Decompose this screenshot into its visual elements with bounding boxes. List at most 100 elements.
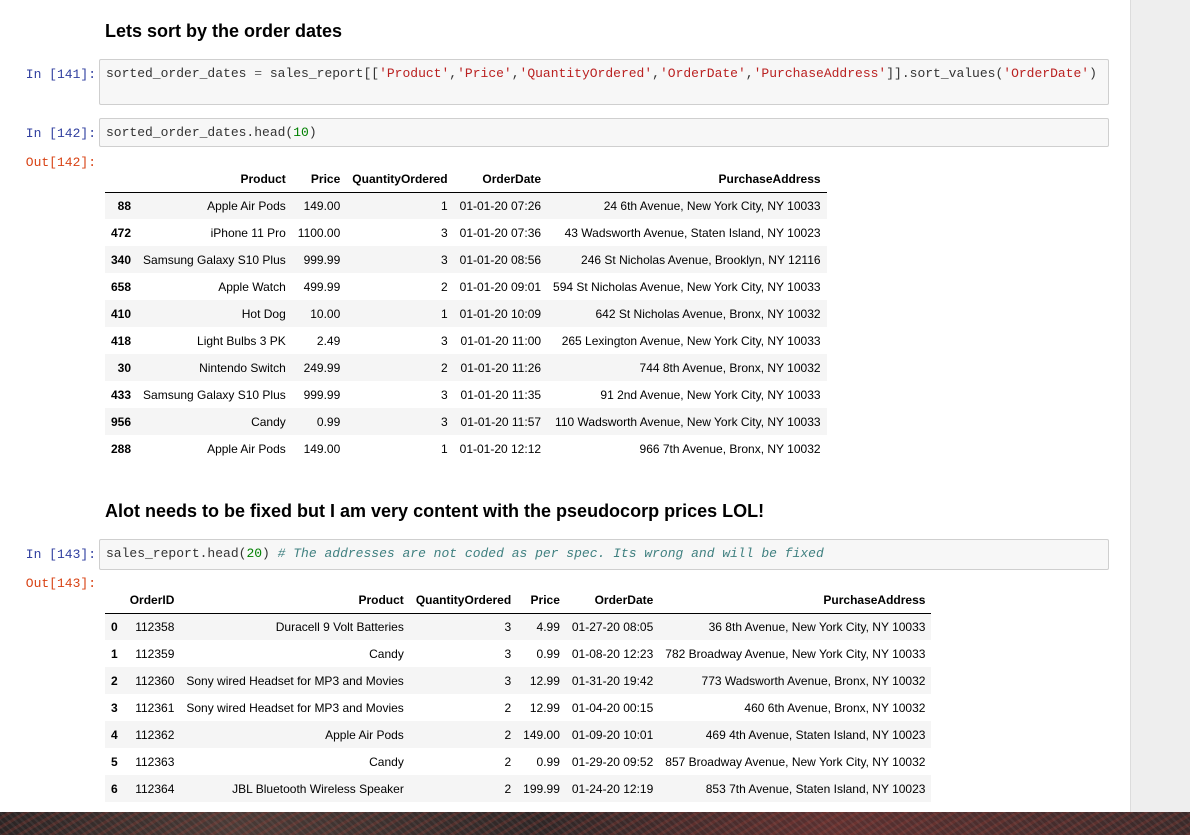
code-token: 'PurchaseAddress' — [753, 66, 887, 81]
table-cell: Nintendo Switch — [199, 360, 286, 375]
table-cell: 2 — [504, 700, 512, 715]
table-cell: 91 2nd Avenue, New York City, NY 10033 — [600, 387, 821, 402]
table-cell: 3 — [504, 673, 512, 688]
table-row: 0 112358 Duracell 9 Volt Batteries 3 4.99 01-… — [105, 613, 932, 640]
table-cell: 3 — [504, 619, 512, 634]
row-index: 88 — [117, 198, 132, 213]
table-cell: 999.99 — [303, 387, 341, 402]
table-cell: Samsung Galaxy S10 Plus — [143, 387, 286, 402]
table-cell: 01-04-20 00:15 — [571, 700, 654, 715]
table-cell: 149.00 — [303, 198, 341, 213]
row-index: 472 — [111, 225, 132, 240]
row-index: 4 — [111, 727, 118, 742]
table-cell: 966 7th Avenue, Bronx, NY 10032 — [639, 441, 821, 456]
code-token: ) — [262, 546, 278, 561]
table-cell: 10.00 — [310, 306, 341, 321]
output-prompt-142: Out[142]: — [25, 155, 96, 170]
table-cell: 149.00 — [303, 441, 341, 456]
table-cell: 773 Wadsworth Avenue, Bronx, NY 10032 — [701, 673, 926, 688]
markdown-heading-notes: Alot needs to be fixed but I am very con… — [105, 501, 765, 521]
table-cell: 01-01-20 07:36 — [459, 225, 542, 240]
table-cell: Candy — [369, 646, 404, 661]
table-cell: Duracell 9 Volt Batteries — [275, 619, 404, 634]
row-index: 3 — [111, 700, 118, 715]
code-token: 20 — [246, 546, 263, 561]
code-token: , — [745, 66, 754, 81]
table-cell: Sony wired Headset for MP3 and Movies — [186, 700, 404, 715]
column-header: Product — [137, 166, 292, 193]
desktop-background — [0, 812, 1190, 835]
column-header: Product — [180, 587, 410, 614]
code-token: = — [254, 66, 263, 81]
table-row: 6 112364 JBL Bluetooth Wireless Speaker 2 19… — [105, 775, 932, 802]
code-token: 10 — [293, 125, 309, 140]
table-cell: 01-27-20 08:05 — [571, 619, 654, 634]
code-token: ]].sort_values( — [886, 66, 1004, 81]
column-header: Price — [517, 587, 566, 614]
code-token: ) — [308, 125, 317, 140]
table-header-row: OrderID Product QuantityOrdered Price OrderD… — [105, 587, 932, 614]
table-cell: 199.99 — [523, 781, 560, 796]
table-cell: 0.99 — [536, 754, 560, 769]
code-cell-142[interactable]: sorted_order_dates.head(10) — [99, 118, 1109, 147]
code-cell-143[interactable]: sales_report.head(20) # The addresses ar… — [99, 539, 1109, 570]
markdown-heading-sort: Lets sort by the order dates — [105, 21, 343, 41]
table-cell: 112364 — [135, 781, 175, 796]
table-cell: 853 7th Avenue, Staten Island, NY 10023 — [705, 781, 926, 796]
row-index: 2 — [111, 673, 118, 688]
table-cell: Apple Air Pods — [207, 441, 286, 456]
table-row: 658 Apple Watch 499.99 2 01-01-20 09:01 594 S… — [105, 273, 827, 300]
table-cell: 2 — [504, 781, 512, 796]
table-cell: 2 — [440, 360, 448, 375]
table-cell: 1100.00 — [297, 225, 341, 240]
table-cell: Candy — [369, 754, 404, 769]
code-token: sales_report[[ — [262, 66, 380, 81]
table-cell: 2 — [504, 727, 512, 742]
row-index: 0 — [111, 619, 118, 634]
right-scroll-gutter[interactable] — [1130, 0, 1190, 812]
code-token: ) — [1089, 66, 1097, 81]
table-cell: JBL Bluetooth Wireless Speaker — [232, 781, 404, 796]
table-cell: 3 — [440, 333, 448, 348]
table-row: 288 Apple Air Pods 149.00 1 01-01-20 12:12 96… — [105, 435, 827, 462]
table-cell: 01-01-20 07:26 — [459, 198, 542, 213]
table-cell: 149.00 — [523, 727, 560, 742]
code-token: 'Price' — [457, 66, 512, 81]
table-cell: 2.49 — [316, 333, 341, 348]
code-token: sorted_order_dates.head( — [106, 125, 294, 140]
row-index: 5 — [111, 754, 118, 769]
code-token: 'QuantityOrdered' — [519, 66, 653, 81]
row-index: 418 — [111, 333, 132, 348]
table-row: 30 Nintendo Switch 249.99 2 01-01-20 11:26 74… — [105, 354, 827, 381]
table-row: 418 Light Bulbs 3 PK 2.49 3 01-01-20 11:00 26… — [105, 327, 827, 354]
table-cell: 112360 — [135, 673, 175, 688]
table-cell: 01-01-20 11:00 — [460, 333, 542, 348]
code-cell-141[interactable]: sorted_order_dates = sales_report[['Prod… — [99, 59, 1109, 105]
row-index: 30 — [117, 360, 132, 375]
table-cell: 249.99 — [303, 360, 341, 375]
table-cell: 2 — [440, 279, 448, 294]
row-index: 6 — [111, 781, 118, 796]
table-row: 956 Candy 0.99 3 01-01-20 11:57 110 Wadsworth… — [105, 408, 827, 435]
table-cell: 01-09-20 10:01 — [571, 727, 654, 742]
code-token: , — [449, 66, 458, 81]
dataframe-sales-report: OrderID Product QuantityOrdered Price OrderD… — [105, 587, 932, 802]
table-row: 1 112359 Candy 3 0.99 01-08-20 12:23 782 Broad… — [105, 640, 932, 667]
table-cell: Apple Air Pods — [207, 198, 286, 213]
table-row: 472 iPhone 11 Pro 1100.00 3 01-01-20 07:36 43… — [105, 219, 827, 246]
table-header-row: Product Price QuantityOrdered OrderDate Purc… — [105, 166, 827, 193]
table-cell: 01-01-20 08:56 — [459, 252, 542, 267]
table-cell: 642 St Nicholas Avenue, Bronx, NY 10032 — [595, 306, 821, 321]
dataframe-sorted-orders: Product Price QuantityOrdered OrderDate Purc… — [105, 166, 827, 462]
table-row: 2 112360 Sony wired Headset for MP3 and Mo… — [105, 667, 932, 694]
row-index: 410 — [111, 306, 132, 321]
table-cell: 246 St Nicholas Avenue, Brooklyn, NY 121… — [581, 252, 821, 267]
table-cell: 857 Broadway Avenue, New York City, NY 1… — [665, 754, 926, 769]
table-cell: 4.99 — [536, 619, 560, 634]
table-cell: 112361 — [135, 700, 175, 715]
table-cell: 12.99 — [529, 700, 560, 715]
table-cell: 744 8th Avenue, Bronx, NY 10032 — [639, 360, 821, 375]
column-header: QuantityOrdered — [346, 166, 454, 193]
table-cell: 01-01-20 11:35 — [460, 387, 542, 402]
code-token: 'OrderDate' — [1003, 66, 1090, 81]
